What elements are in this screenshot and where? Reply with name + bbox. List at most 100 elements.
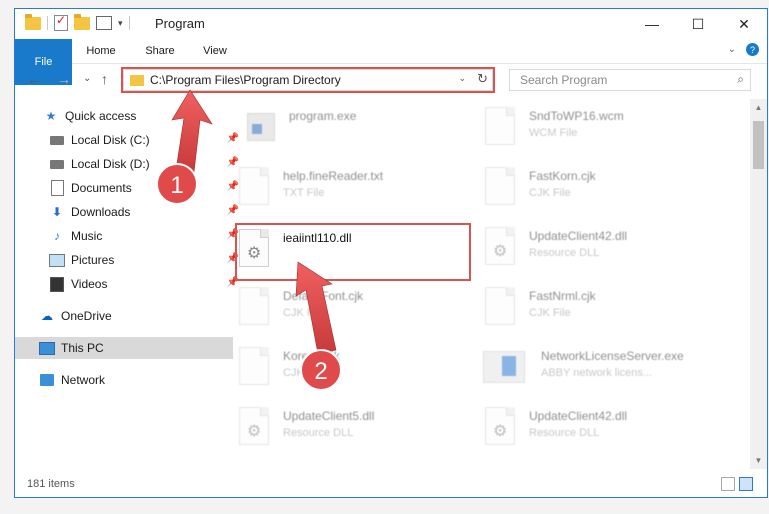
customize-icon[interactable] bbox=[96, 16, 112, 30]
list-item[interactable]: ⚙ UpdateClient42.dll Resource DLL bbox=[483, 227, 723, 273]
address-dropdown-icon[interactable]: ⌄ bbox=[458, 73, 466, 84]
list-item[interactable]: help.fineReader.txt TXT File bbox=[237, 167, 477, 213]
dll-icon: ⚙ bbox=[483, 407, 515, 447]
sidebar-item-network[interactable]: Network bbox=[15, 369, 233, 391]
list-item[interactable]: ⚙ UpdateClient5.dll Resource DLL bbox=[237, 407, 477, 453]
tab-home[interactable]: Home bbox=[79, 39, 123, 63]
file-name: DefaultFont.cjk bbox=[283, 289, 364, 303]
scroll-thumb[interactable] bbox=[753, 121, 764, 169]
list-item[interactable]: FastKorn.cjk CJK File bbox=[483, 167, 723, 213]
properties-check-icon[interactable] bbox=[54, 13, 68, 31]
sidebar-item-label: Quick access bbox=[65, 109, 137, 123]
file-icon bbox=[237, 167, 269, 207]
list-item-highlighted[interactable]: ⚙ ieaiintl110.dll bbox=[237, 229, 477, 275]
folder-icon[interactable] bbox=[25, 13, 41, 30]
sidebar-item-label: Network bbox=[61, 373, 106, 387]
file-type: CJK File bbox=[283, 307, 325, 319]
pictures-icon-wrap bbox=[49, 253, 65, 267]
file-name: UpdateClient42.dll bbox=[529, 229, 628, 243]
file-icon bbox=[483, 107, 515, 147]
sidebar-item-local-disk-d[interactable]: Local Disk (D:) 📌 bbox=[15, 153, 243, 175]
file-icon bbox=[237, 347, 269, 387]
document-icon-wrap bbox=[49, 180, 65, 196]
drive-icon bbox=[50, 159, 64, 169]
forward-arrow-icon[interactable]: → bbox=[57, 71, 71, 87]
file-name: program.exe bbox=[289, 109, 357, 123]
navigation-bar: ← → ⌄ ↑ C:\Program Files\Program Directo… bbox=[15, 65, 767, 95]
dll-icon: ⚙ bbox=[237, 229, 269, 269]
back-arrow-icon[interactable]: ← bbox=[27, 71, 41, 87]
file-type: Resource DLL bbox=[529, 247, 600, 259]
music-icon: ♪ bbox=[54, 229, 60, 243]
window-title: Program bbox=[155, 16, 205, 31]
close-button[interactable]: ✕ bbox=[721, 9, 767, 39]
search-input[interactable] bbox=[518, 72, 722, 88]
address-bar[interactable]: C:\Program Files\Program Directory ⌄ ↻ bbox=[123, 69, 493, 91]
sidebar-item-local-disk-c[interactable]: Local Disk (C:) 📌 bbox=[15, 129, 243, 151]
toolbar-divider bbox=[128, 16, 130, 30]
document-icon bbox=[50, 180, 64, 196]
list-item[interactable]: Korean.cjk CJK File bbox=[237, 347, 477, 393]
qat-dropdown-icon[interactable]: ▾ bbox=[118, 18, 123, 29]
sidebar-item-label: This PC bbox=[61, 341, 104, 355]
details-view-icon[interactable] bbox=[721, 477, 735, 491]
sidebar-item-this-pc[interactable]: This PC bbox=[15, 337, 233, 359]
list-item[interactable]: FastNrml.cjk CJK File bbox=[483, 287, 723, 333]
search-box[interactable]: ⌕ bbox=[509, 69, 751, 91]
list-item[interactable]: SndToWP16.wcm WCM File bbox=[483, 107, 723, 153]
file-name: SndToWP16.wcm bbox=[529, 109, 624, 123]
up-arrow-icon[interactable]: ↑ bbox=[101, 71, 108, 87]
address-path[interactable]: C:\Program Files\Program Directory bbox=[150, 73, 341, 87]
file-icon bbox=[237, 287, 269, 327]
expand-ribbon-icon[interactable]: ⌄ bbox=[728, 44, 736, 55]
sidebar-item-label: Videos bbox=[71, 277, 108, 291]
sidebar-item-label: Pictures bbox=[71, 253, 115, 267]
search-icon[interactable]: ⌕ bbox=[737, 72, 744, 87]
minimize-button[interactable]: — bbox=[629, 9, 675, 39]
sidebar-item-music[interactable]: ♪ Music 📌 bbox=[15, 225, 243, 247]
maximize-button[interactable]: ☐ bbox=[675, 9, 721, 39]
new-folder-icon[interactable] bbox=[74, 13, 90, 30]
file-name: FastNrml.cjk bbox=[529, 289, 596, 303]
vertical-scrollbar[interactable]: ▲ ▼ bbox=[750, 99, 767, 469]
video-icon bbox=[50, 276, 64, 292]
tab-share[interactable]: Share bbox=[135, 39, 185, 63]
video-icon-wrap bbox=[49, 276, 65, 292]
file-type: Resource DLL bbox=[283, 427, 354, 439]
sidebar-item-onedrive[interactable]: ☁ OneDrive bbox=[15, 305, 233, 327]
status-bar: 181 items bbox=[15, 471, 767, 497]
scroll-up-icon[interactable]: ▲ bbox=[750, 99, 767, 116]
recent-locations-icon[interactable]: ⌄ bbox=[83, 73, 91, 84]
address-folder-icon bbox=[130, 74, 144, 86]
file-name: ieaiintl110.dll bbox=[283, 231, 352, 245]
file-type: Resource DLL bbox=[529, 427, 600, 439]
file-name: help.fineReader.txt bbox=[283, 169, 384, 183]
help-icon[interactable]: ? bbox=[746, 43, 759, 56]
file-type: ABBY network licens... bbox=[541, 367, 653, 379]
list-item[interactable]: DefaultFont.cjk CJK File bbox=[237, 287, 477, 333]
tab-view[interactable]: View bbox=[195, 39, 235, 63]
drive-icon-wrap bbox=[49, 133, 65, 147]
sidebar-item-downloads[interactable]: ⬇ Downloads 📌 bbox=[15, 201, 243, 223]
download-icon: ⬇ bbox=[51, 205, 63, 219]
computer-icon bbox=[39, 341, 55, 355]
file-type: WCM File bbox=[529, 127, 578, 139]
list-item[interactable]: program.exe bbox=[243, 107, 483, 153]
sidebar-item-pictures[interactable]: Pictures 📌 bbox=[15, 249, 243, 271]
file-name: Korean.cjk bbox=[283, 349, 340, 363]
ribbon-right-controls: ⌄ ? bbox=[728, 43, 759, 56]
drive-icon bbox=[50, 135, 64, 145]
sidebar-item-label: Documents bbox=[71, 181, 132, 195]
list-item[interactable]: ⚙ UpdateClient42.dll Resource DLL bbox=[483, 407, 723, 453]
navigation-pane: ★ Quick access Local Disk (C:) 📌 Local D… bbox=[15, 99, 239, 469]
computer-icon-wrap bbox=[39, 341, 55, 355]
title-bar: ▾ Program — ☐ ✕ bbox=[15, 9, 767, 39]
file-name: NetworkLicenseServer.exe bbox=[541, 349, 684, 363]
scroll-down-icon[interactable]: ▼ bbox=[750, 452, 767, 469]
sidebar-item-documents[interactable]: Documents 📌 bbox=[15, 177, 243, 199]
sidebar-item-quick-access[interactable]: ★ Quick access bbox=[15, 105, 237, 127]
large-icons-view-icon[interactable] bbox=[739, 477, 753, 491]
refresh-icon[interactable]: ↻ bbox=[477, 71, 488, 87]
sidebar-item-videos[interactable]: Videos 📌 bbox=[15, 273, 243, 295]
list-item[interactable]: NetworkLicenseServer.exe ABBY network lic… bbox=[483, 347, 723, 393]
